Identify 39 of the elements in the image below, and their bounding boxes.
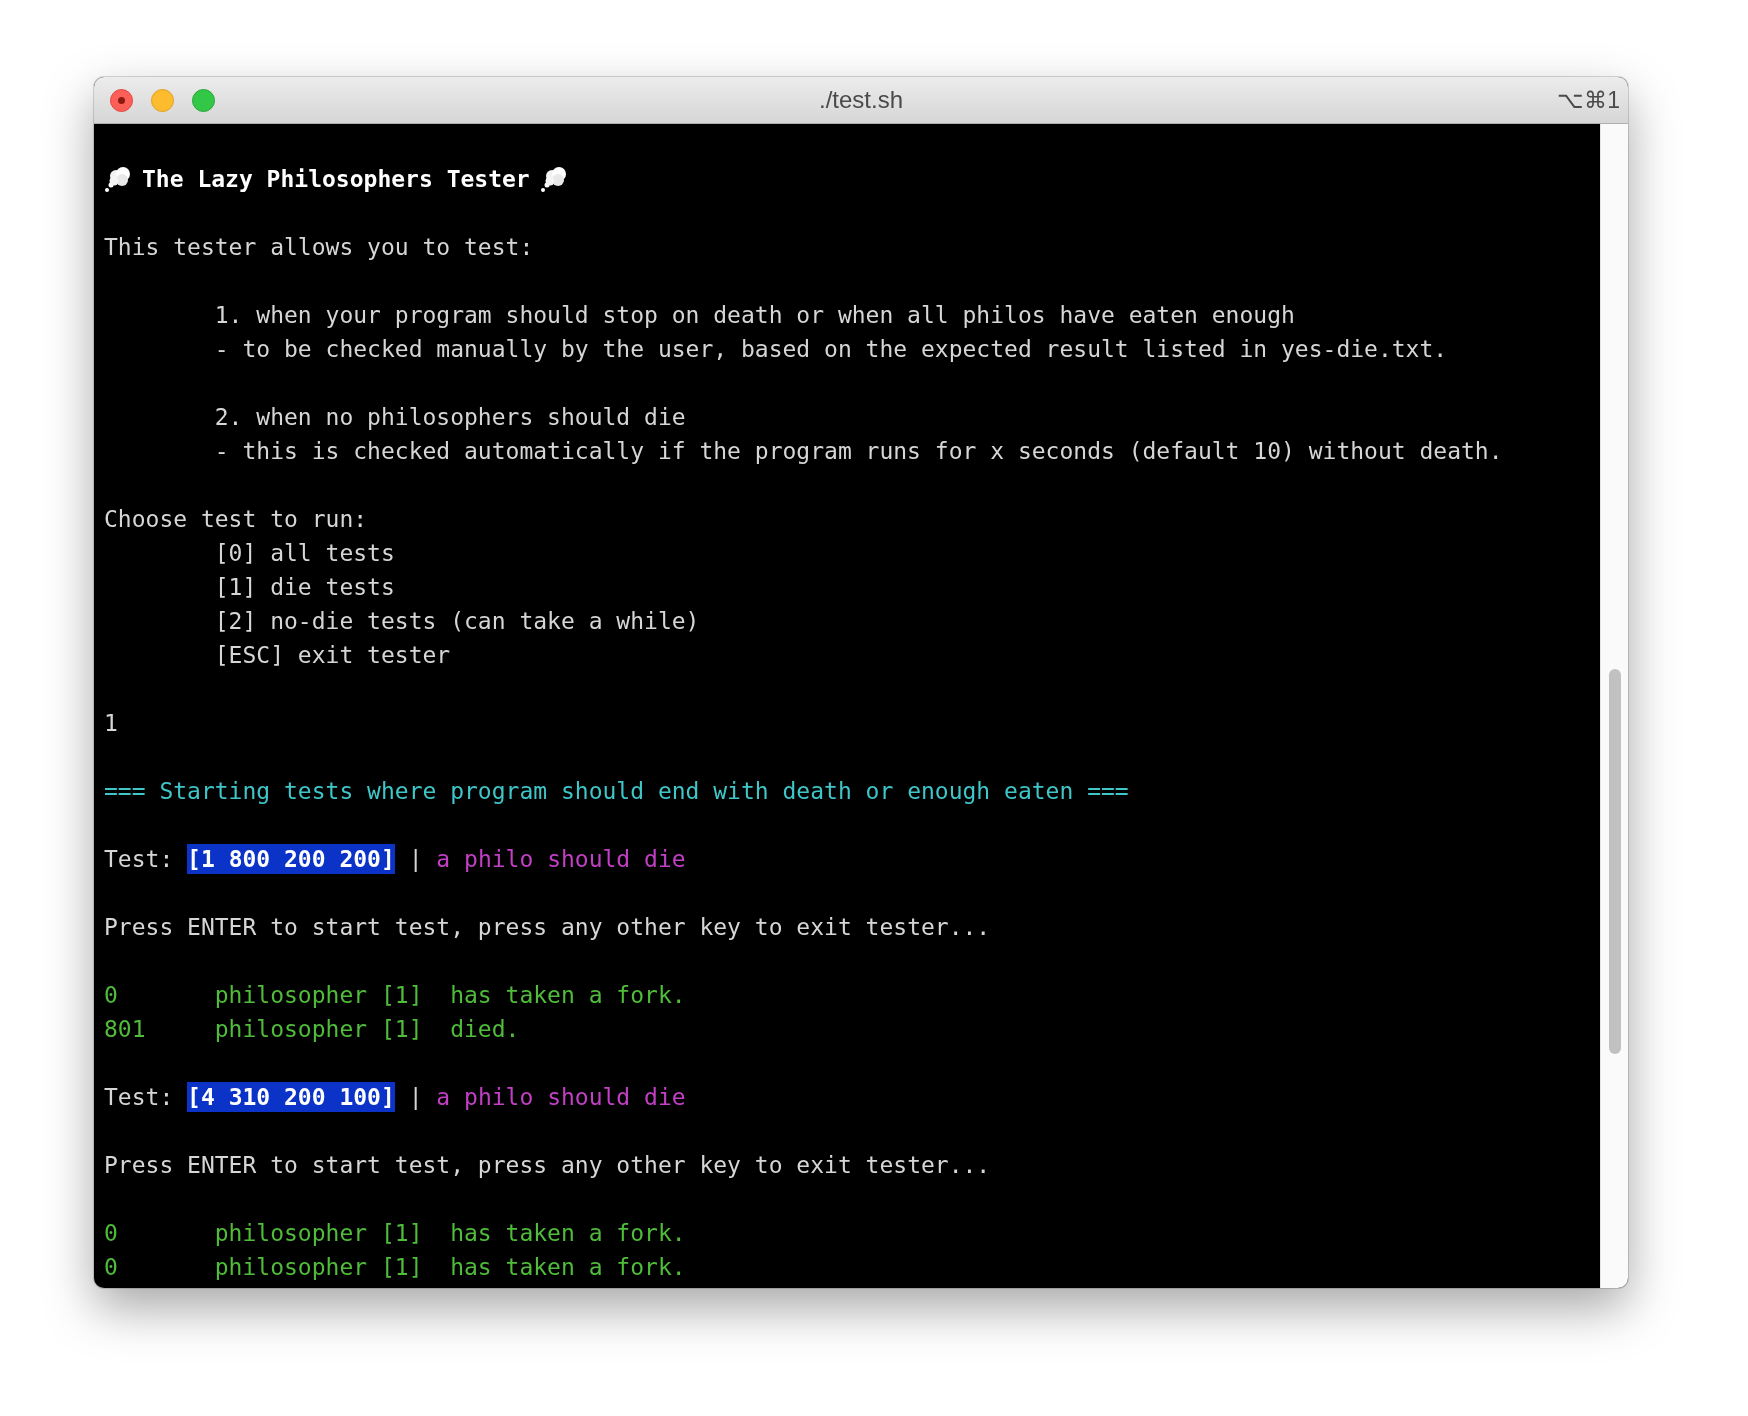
terminal-heading: The Lazy Philosophers Tester (142, 165, 530, 194)
log-timestamp: 801 (104, 1015, 147, 1044)
terminal-line: - this is checked automatically if the program runs for x seconds (default 10) without death. (214, 437, 1503, 466)
terminal-line: Press ENTER to start test, press any other key to exit tester... (104, 1151, 991, 1180)
test-expectation: a philo should die (436, 845, 686, 874)
shortcut-label: ⌥⌘1 (1557, 86, 1620, 114)
log-timestamp: 0 (104, 1253, 119, 1282)
log-message: philosopher [1] has taken a fork. (214, 1219, 686, 1248)
terminal-line: This tester allows you to test: (104, 233, 534, 262)
terminal-line: Press ENTER to start test, press any other key to exit tester... (104, 913, 991, 942)
test-expectation: a philo should die (436, 1083, 686, 1112)
terminal-line: - to be checked manually by the user, based on the expected result listed in yes-die.txt. (214, 335, 1448, 364)
window-title: ./test.sh (819, 86, 903, 114)
terminal-line: 1 (104, 709, 118, 738)
highlighted-arguments: [4 310 200 100] (187, 1082, 395, 1112)
log-message: philosopher [1] has taken a fork. (214, 1253, 686, 1282)
thought-balloon-icon (539, 165, 568, 193)
log-timestamp: 0 (104, 981, 119, 1010)
test-label: Test: (104, 845, 174, 874)
log-message: philosopher [1] has taken a fork. (214, 981, 686, 1010)
log-timestamp: 0 (104, 1219, 119, 1248)
terminal-line: Choose test to run: (104, 505, 368, 534)
log-message: philosopher [1] died. (214, 1015, 520, 1044)
test-label: Test: (104, 1083, 174, 1112)
zoom-button[interactable] (192, 88, 215, 112)
highlighted-arguments: [1 800 200 200] (187, 844, 395, 874)
minimize-button[interactable] (151, 88, 174, 112)
terminal-line: [1] die tests (214, 573, 395, 602)
terminal-line: 1. when your program should stop on death or when all philos have eaten enough (214, 301, 1295, 330)
separator-text: | (408, 845, 423, 874)
terminal-line: [2] no-die tests (can take a while) (214, 607, 700, 636)
terminal-line: [0] all tests (214, 539, 395, 568)
close-button[interactable] (110, 88, 133, 112)
terminal-line: === Starting tests where program should end with death or enough eaten === (104, 777, 1129, 806)
terminal-line: 2. when no philosophers should die (214, 403, 686, 432)
separator-text: | (408, 1083, 423, 1112)
terminal-line: [ESC] exit tester (214, 641, 451, 670)
scrollbar-thumb[interactable] (1609, 669, 1621, 1054)
thought-balloon-icon (104, 165, 132, 193)
